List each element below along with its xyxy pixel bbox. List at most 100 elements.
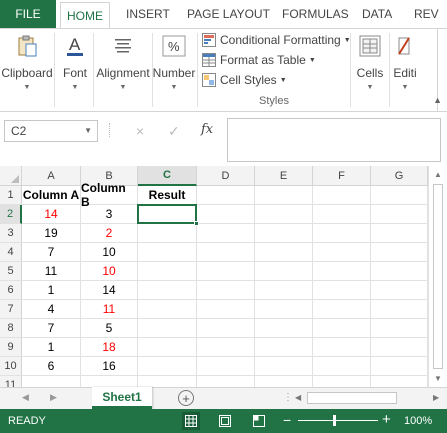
cell-b9[interactable]: 18	[81, 338, 138, 357]
scroll-left-icon[interactable]: ◀	[295, 393, 301, 402]
clipboard-button[interactable]: Clipboard ▼	[1, 29, 53, 91]
cell-f1[interactable]	[313, 186, 371, 205]
cell-b2[interactable]: 3	[81, 205, 138, 224]
cell-b1[interactable]: Column B	[81, 181, 138, 209]
cell-f8[interactable]	[313, 319, 371, 338]
cell-d10[interactable]	[197, 357, 255, 376]
column-header-a[interactable]: A	[22, 166, 81, 186]
tab-page-layout[interactable]: PAGE LAYOUT	[187, 0, 270, 28]
cell-f5[interactable]	[313, 262, 371, 281]
enter-icon[interactable]: ✓	[168, 123, 180, 140]
insert-function-icon[interactable]: fx	[201, 122, 213, 137]
format-as-table-button[interactable]: Format as Table ▼	[202, 51, 316, 69]
number-button[interactable]: % Number ▼	[153, 29, 195, 91]
cell-e6[interactable]	[255, 281, 313, 300]
row-header-7[interactable]: 7	[0, 300, 22, 319]
cell-g9[interactable]	[371, 338, 428, 357]
cell-a1[interactable]: Column A	[22, 186, 81, 205]
row-header-9[interactable]: 9	[0, 338, 22, 357]
row-header-5[interactable]: 5	[0, 262, 22, 281]
column-header-d[interactable]: D	[197, 166, 255, 186]
cell-a5[interactable]: 11	[22, 262, 81, 281]
add-sheet-icon[interactable]: +	[178, 390, 194, 406]
cell-g6[interactable]	[371, 281, 428, 300]
cell-g7[interactable]	[371, 300, 428, 319]
tab-formulas[interactable]: FORMULAS	[282, 0, 349, 28]
cell-g1[interactable]	[371, 186, 428, 205]
cell-a6[interactable]: 1	[22, 281, 81, 300]
cell-e10[interactable]	[255, 357, 313, 376]
vertical-scrollbar[interactable]: ▲ ▼	[428, 166, 447, 387]
cell-d4[interactable]	[197, 243, 255, 262]
tab-review[interactable]: REV	[414, 0, 439, 28]
cell-e8[interactable]	[255, 319, 313, 338]
conditional-formatting-button[interactable]: Conditional Formatting ▼	[202, 31, 351, 49]
collapse-ribbon-icon[interactable]: ▲	[433, 95, 442, 105]
cell-b10[interactable]: 16	[81, 357, 138, 376]
tab-data[interactable]: DATA	[362, 0, 392, 28]
cell-f4[interactable]	[313, 243, 371, 262]
cell-b7[interactable]: 11	[81, 300, 138, 319]
row-header-1[interactable]: 1	[0, 186, 22, 205]
column-header-g[interactable]: G	[371, 166, 428, 186]
cell-b6[interactable]: 14	[81, 281, 138, 300]
cell-styles-button[interactable]: Cell Styles ▼	[202, 71, 287, 89]
zoom-out-button[interactable]: −	[283, 412, 291, 428]
column-header-e[interactable]: E	[255, 166, 313, 186]
scroll-down-icon[interactable]: ▼	[434, 374, 442, 383]
cell-e7[interactable]	[255, 300, 313, 319]
cell-c1[interactable]: Result	[138, 186, 197, 205]
scroll-right-icon[interactable]: ▶	[433, 393, 439, 402]
fill-handle[interactable]	[194, 221, 199, 226]
cell-c5[interactable]	[138, 262, 197, 281]
cell-d9[interactable]	[197, 338, 255, 357]
alignment-button[interactable]: Alignment ▼	[96, 29, 150, 91]
cell-g8[interactable]	[371, 319, 428, 338]
row-header-10[interactable]: 10	[0, 357, 22, 376]
row-header-6[interactable]: 6	[0, 281, 22, 300]
zoom-level[interactable]: 100%	[404, 415, 432, 427]
cell-a3[interactable]: 19	[22, 224, 81, 243]
cell-f6[interactable]	[313, 281, 371, 300]
cell-d3[interactable]	[197, 224, 255, 243]
column-header-f[interactable]: F	[313, 166, 371, 186]
cell-f9[interactable]	[313, 338, 371, 357]
cell-c6[interactable]	[138, 281, 197, 300]
cell-f7[interactable]	[313, 300, 371, 319]
cell-a8[interactable]: 7	[22, 319, 81, 338]
cell-c10[interactable]	[138, 357, 197, 376]
cell-d5[interactable]	[197, 262, 255, 281]
cell-c4[interactable]	[138, 243, 197, 262]
page-layout-view-icon[interactable]	[216, 412, 234, 430]
cell-e4[interactable]	[255, 243, 313, 262]
formula-input[interactable]	[227, 118, 441, 162]
zoom-slider[interactable]	[298, 420, 378, 421]
tab-file[interactable]: FILE	[0, 0, 56, 28]
horizontal-scrollbar[interactable]: ⋮ ◀ ▶	[283, 391, 443, 406]
cell-g3[interactable]	[371, 224, 428, 243]
cell-f10[interactable]	[313, 357, 371, 376]
cell-d1[interactable]	[197, 186, 255, 205]
cell-a9[interactable]: 1	[22, 338, 81, 357]
tab-insert[interactable]: INSERT	[126, 0, 170, 28]
cell-e2[interactable]	[255, 205, 313, 224]
cell-e1[interactable]	[255, 186, 313, 205]
cell-c7[interactable]	[138, 300, 197, 319]
normal-view-icon[interactable]	[182, 412, 200, 430]
editing-button[interactable]: Editi ▼	[390, 29, 420, 91]
cell-c9[interactable]	[138, 338, 197, 357]
cell-e5[interactable]	[255, 262, 313, 281]
cell-c2[interactable]	[138, 205, 197, 224]
row-header-3[interactable]: 3	[0, 224, 22, 243]
sheet-next-icon[interactable]: ▶	[50, 392, 57, 403]
formula-bar-grip[interactable]	[109, 123, 111, 137]
font-button[interactable]: A Font ▼	[58, 29, 92, 91]
cell-g5[interactable]	[371, 262, 428, 281]
cell-b5[interactable]: 10	[81, 262, 138, 281]
zoom-in-button[interactable]: +	[382, 411, 391, 428]
cell-b3[interactable]: 2	[81, 224, 138, 243]
cell-c8[interactable]	[138, 319, 197, 338]
cell-g4[interactable]	[371, 243, 428, 262]
cell-g2[interactable]	[371, 205, 428, 224]
zoom-slider-thumb[interactable]	[333, 415, 336, 426]
